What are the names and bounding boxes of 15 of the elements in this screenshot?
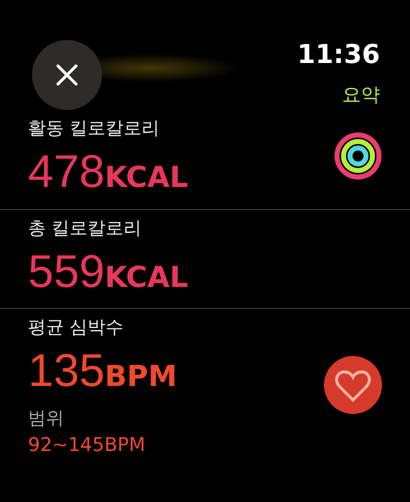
metric-unit: BPM: [104, 359, 177, 394]
metric-label: 총 킬로칼로리: [28, 216, 143, 240]
metric-value: 559: [28, 246, 105, 296]
screen-title: 요약: [342, 83, 380, 108]
metric-label: 활동 킬로칼로리: [28, 117, 161, 140]
metric-value: 135: [28, 345, 105, 396]
close-icon: [55, 63, 79, 87]
activity-rings-icon: [334, 132, 382, 180]
metric-value: 478: [28, 146, 105, 197]
clock-time: 11:36: [297, 40, 380, 70]
metric-label: 평균 심박수: [28, 316, 125, 340]
range-label: 범위: [28, 406, 65, 430]
metric-unit: KCAL: [104, 160, 188, 194]
metric-unit: KCAL: [104, 260, 188, 294]
range-value: 92~145BPM: [28, 434, 146, 456]
